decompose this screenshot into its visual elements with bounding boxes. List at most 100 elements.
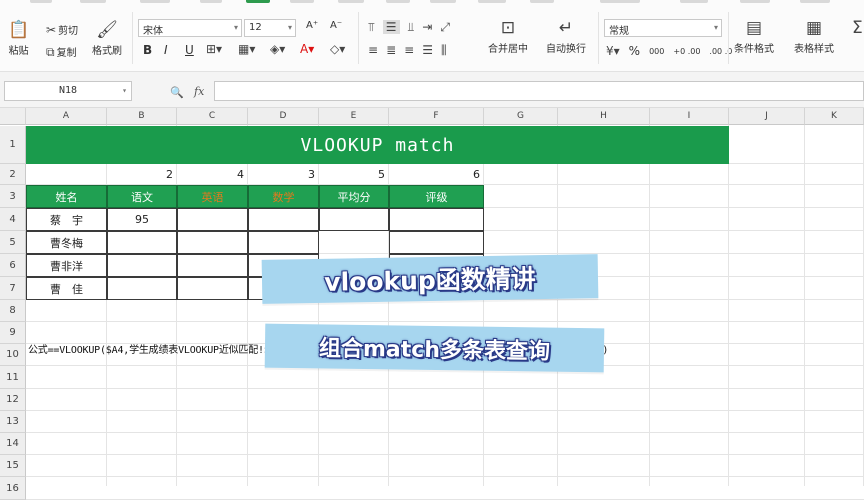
column-header-e[interactable]: E — [319, 108, 389, 125]
font-size-value: 12 — [249, 22, 262, 33]
fill-style-button[interactable]: ▦▾ — [238, 43, 255, 55]
row-header-4[interactable]: 4 — [0, 208, 26, 231]
conditional-format-button[interactable]: ▤ 条件格式 — [734, 20, 774, 56]
table-cell[interactable] — [177, 208, 248, 231]
indent-icon[interactable]: ⇥ — [422, 21, 432, 33]
align-left-icon[interactable]: ≡ — [368, 44, 378, 56]
align-right-icon[interactable]: ≡ — [404, 44, 414, 56]
format-painter-button[interactable]: 🖌 格式刷 — [92, 22, 122, 58]
row-header-16[interactable]: 16 — [0, 477, 26, 500]
row2-number-cell[interactable]: 2 — [107, 164, 177, 185]
table-style-button[interactable]: ▦ 表格样式 — [794, 20, 834, 56]
font-name-select[interactable]: 宋体 ▾ — [138, 19, 242, 37]
column-header-j[interactable]: J — [729, 108, 805, 125]
comma-button[interactable]: 000 — [649, 47, 664, 56]
row-header-9[interactable]: 9 — [0, 322, 26, 344]
table-header-cell[interactable]: 评级 — [389, 185, 484, 208]
table-cell[interactable] — [107, 254, 177, 277]
row-header-3[interactable]: 3 — [0, 185, 26, 208]
name-cell[interactable]: 曹非洋 — [26, 254, 107, 277]
grow-font-button[interactable]: A⁺ — [306, 20, 318, 31]
distribute-icon[interactable]: ⫼ — [441, 44, 447, 56]
name-cell[interactable]: 蔡 宇 — [26, 208, 107, 231]
merge-center-button[interactable]: ⊡ 合并居中 — [488, 20, 528, 56]
currency-icon[interactable]: ¥▾ — [606, 45, 620, 57]
column-header-d[interactable]: D — [248, 108, 319, 125]
row2-number-cell[interactable]: 5 — [319, 164, 389, 185]
more-button[interactable]: Σ — [852, 20, 863, 37]
shrink-font-button[interactable]: A⁻ — [330, 20, 342, 31]
table-header-cell[interactable]: 平均分 — [319, 185, 389, 208]
table-cell[interactable]: 95 — [107, 208, 177, 231]
name-box[interactable]: N18 ▾ — [4, 81, 132, 101]
table-header-cell[interactable]: 姓名 — [26, 185, 107, 208]
row2-number-cell[interactable]: 3 — [248, 164, 319, 185]
table-header-cell[interactable]: 数学 — [248, 185, 319, 208]
table-cell[interactable] — [107, 231, 177, 254]
column-header-f[interactable]: F — [389, 108, 484, 125]
row-header-13[interactable]: 13 — [0, 411, 26, 433]
cut-button[interactable]: ✂ 剪切 — [46, 22, 78, 38]
row-header-7[interactable]: 7 — [0, 277, 26, 300]
align-middle-icon[interactable]: ☰ — [382, 20, 400, 34]
row2-number-cell[interactable]: 6 — [389, 164, 484, 185]
row-header-8[interactable]: 8 — [0, 300, 26, 322]
font-size-select[interactable]: 12 ▾ — [244, 19, 296, 37]
table-cell[interactable] — [177, 254, 248, 277]
table-cell[interactable] — [177, 231, 248, 254]
number-format-select[interactable]: 常规 ▾ — [604, 19, 722, 37]
justify-icon[interactable]: ☰ — [422, 44, 433, 56]
table-cell[interactable] — [177, 277, 248, 300]
table-cell[interactable] — [248, 208, 319, 231]
bold-button[interactable]: B — [143, 43, 152, 57]
row-header-15[interactable]: 15 — [0, 455, 26, 477]
copy-button[interactable]: ⧉ 复制 — [46, 44, 77, 60]
wrap-text-label: 自动换行 — [546, 44, 586, 55]
percent-button[interactable]: % — [629, 44, 640, 58]
increase-decimal-button[interactable]: +0 .00 — [673, 47, 700, 56]
column-header-b[interactable]: B — [107, 108, 177, 125]
table-cell[interactable] — [389, 231, 484, 254]
row-header-11[interactable]: 11 — [0, 366, 26, 389]
row-header-12[interactable]: 12 — [0, 389, 26, 411]
table-cell[interactable] — [319, 208, 389, 231]
sheet-title-cell[interactable]: VLOOKUP match — [26, 126, 729, 164]
fx-icon[interactable]: fx — [194, 85, 204, 98]
fill-color-button[interactable]: ◈▾ — [270, 43, 285, 55]
font-color-button[interactable]: A▾ — [300, 43, 314, 55]
row-header-6[interactable]: 6 — [0, 254, 26, 277]
row-header-2[interactable]: 2 — [0, 164, 26, 185]
column-header-k[interactable]: K — [805, 108, 864, 125]
row2-number-cell[interactable]: 4 — [177, 164, 248, 185]
column-header-g[interactable]: G — [484, 108, 558, 125]
align-center-icon[interactable]: ≣ — [386, 44, 396, 56]
column-header-h[interactable]: H — [558, 108, 650, 125]
wrap-text-button[interactable]: ↵ 自动换行 — [546, 20, 586, 56]
select-all-corner[interactable] — [0, 108, 26, 125]
row-header-14[interactable]: 14 — [0, 433, 26, 455]
orientation-icon[interactable]: ⤢ — [440, 21, 450, 33]
formula-input[interactable] — [214, 81, 864, 101]
clear-button[interactable]: ◇▾ — [330, 43, 345, 55]
table-cell[interactable] — [389, 208, 484, 231]
paste-button[interactable]: 📋 粘贴 — [8, 22, 29, 58]
table-cell[interactable] — [248, 231, 319, 254]
underline-button[interactable]: U — [185, 43, 194, 57]
column-header-c[interactable]: C — [177, 108, 248, 125]
zoom-icon[interactable]: 🔍 — [170, 86, 184, 99]
align-top-icon[interactable]: ⫪ — [368, 21, 375, 33]
italic-button[interactable]: I — [164, 43, 168, 57]
chevron-down-icon: ▾ — [287, 23, 292, 32]
row-header-1[interactable]: 1 — [0, 126, 26, 164]
table-header-cell[interactable]: 英语 — [177, 185, 248, 208]
row-header-10[interactable]: 10 — [0, 344, 26, 366]
name-cell[interactable]: 曹 佳 — [26, 277, 107, 300]
column-header-i[interactable]: I — [650, 108, 729, 125]
table-cell[interactable] — [107, 277, 177, 300]
table-header-cell[interactable]: 语文 — [107, 185, 177, 208]
border-button[interactable]: ⊞▾ — [206, 43, 222, 55]
row-header-5[interactable]: 5 — [0, 231, 26, 254]
column-header-a[interactable]: A — [26, 108, 107, 125]
align-bottom-icon[interactable]: ⫫ — [408, 21, 415, 33]
name-cell[interactable]: 曹冬梅 — [26, 231, 107, 254]
